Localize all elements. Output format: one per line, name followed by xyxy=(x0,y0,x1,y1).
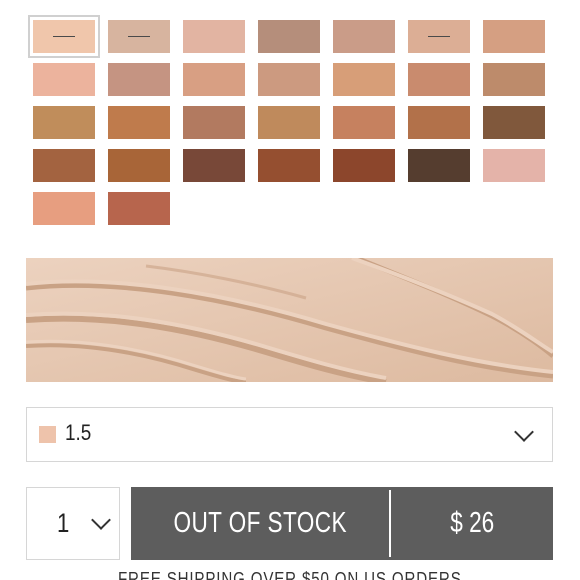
cta-label: OUT OF STOCK xyxy=(173,507,347,539)
shade-swatch[interactable] xyxy=(408,63,470,96)
product-texture-image xyxy=(26,258,553,382)
shade-swatch[interactable] xyxy=(483,20,545,53)
shade-swatch[interactable] xyxy=(333,20,395,53)
shade-swatch[interactable] xyxy=(333,106,395,139)
shade-swatch[interactable] xyxy=(108,149,170,182)
shade-swatch[interactable] xyxy=(108,20,170,53)
chevron-down-icon xyxy=(91,510,111,530)
shade-swatch[interactable] xyxy=(483,63,545,96)
shade-swatch[interactable] xyxy=(33,106,95,139)
price-label: $ 26 xyxy=(449,507,495,539)
shade-swatch[interactable] xyxy=(108,63,170,96)
shade-swatch[interactable] xyxy=(333,149,395,182)
shade-swatch[interactable] xyxy=(108,106,170,139)
shade-swatch[interactable] xyxy=(183,149,245,182)
shade-swatch[interactable] xyxy=(408,149,470,182)
shade-swatch[interactable] xyxy=(258,20,320,53)
unavailable-strike-icon xyxy=(53,36,75,37)
out-of-stock-button[interactable]: OUT OF STOCK $ 26 xyxy=(131,487,553,560)
shade-swatch[interactable] xyxy=(108,192,170,225)
selected-shade-swatch xyxy=(39,426,56,443)
selected-shade-value: 1.5 xyxy=(65,420,92,445)
shade-select-dropdown[interactable]: 1.5 xyxy=(26,407,553,462)
quantity-value: 1 xyxy=(57,508,70,538)
shipping-note: FREE SHIPPING OVER $50 ON US ORDERS xyxy=(117,569,462,580)
shade-swatch[interactable] xyxy=(183,63,245,96)
shade-swatch[interactable] xyxy=(258,106,320,139)
shade-swatch[interactable] xyxy=(408,106,470,139)
chevron-down-icon xyxy=(514,422,534,442)
product-page: 1.5 1 OUT OF STOCK $ 26 FREE SHIPPING OV… xyxy=(0,0,580,580)
shade-swatch[interactable] xyxy=(483,149,545,182)
shade-swatch[interactable] xyxy=(33,192,95,225)
shade-swatch[interactable] xyxy=(258,63,320,96)
foundation-swatch-texture xyxy=(26,258,553,382)
shade-swatch[interactable] xyxy=(28,15,100,58)
unavailable-strike-icon xyxy=(128,36,150,37)
shade-swatch[interactable] xyxy=(183,106,245,139)
shade-swatch[interactable] xyxy=(408,20,470,53)
shade-swatch[interactable] xyxy=(183,20,245,53)
shade-swatch[interactable] xyxy=(33,149,95,182)
unavailable-strike-icon xyxy=(428,36,450,37)
shade-swatch[interactable] xyxy=(333,63,395,96)
quantity-select[interactable]: 1 xyxy=(26,487,120,560)
shade-swatch[interactable] xyxy=(33,63,95,96)
shade-swatch[interactable] xyxy=(483,106,545,139)
shade-swatch[interactable] xyxy=(258,149,320,182)
